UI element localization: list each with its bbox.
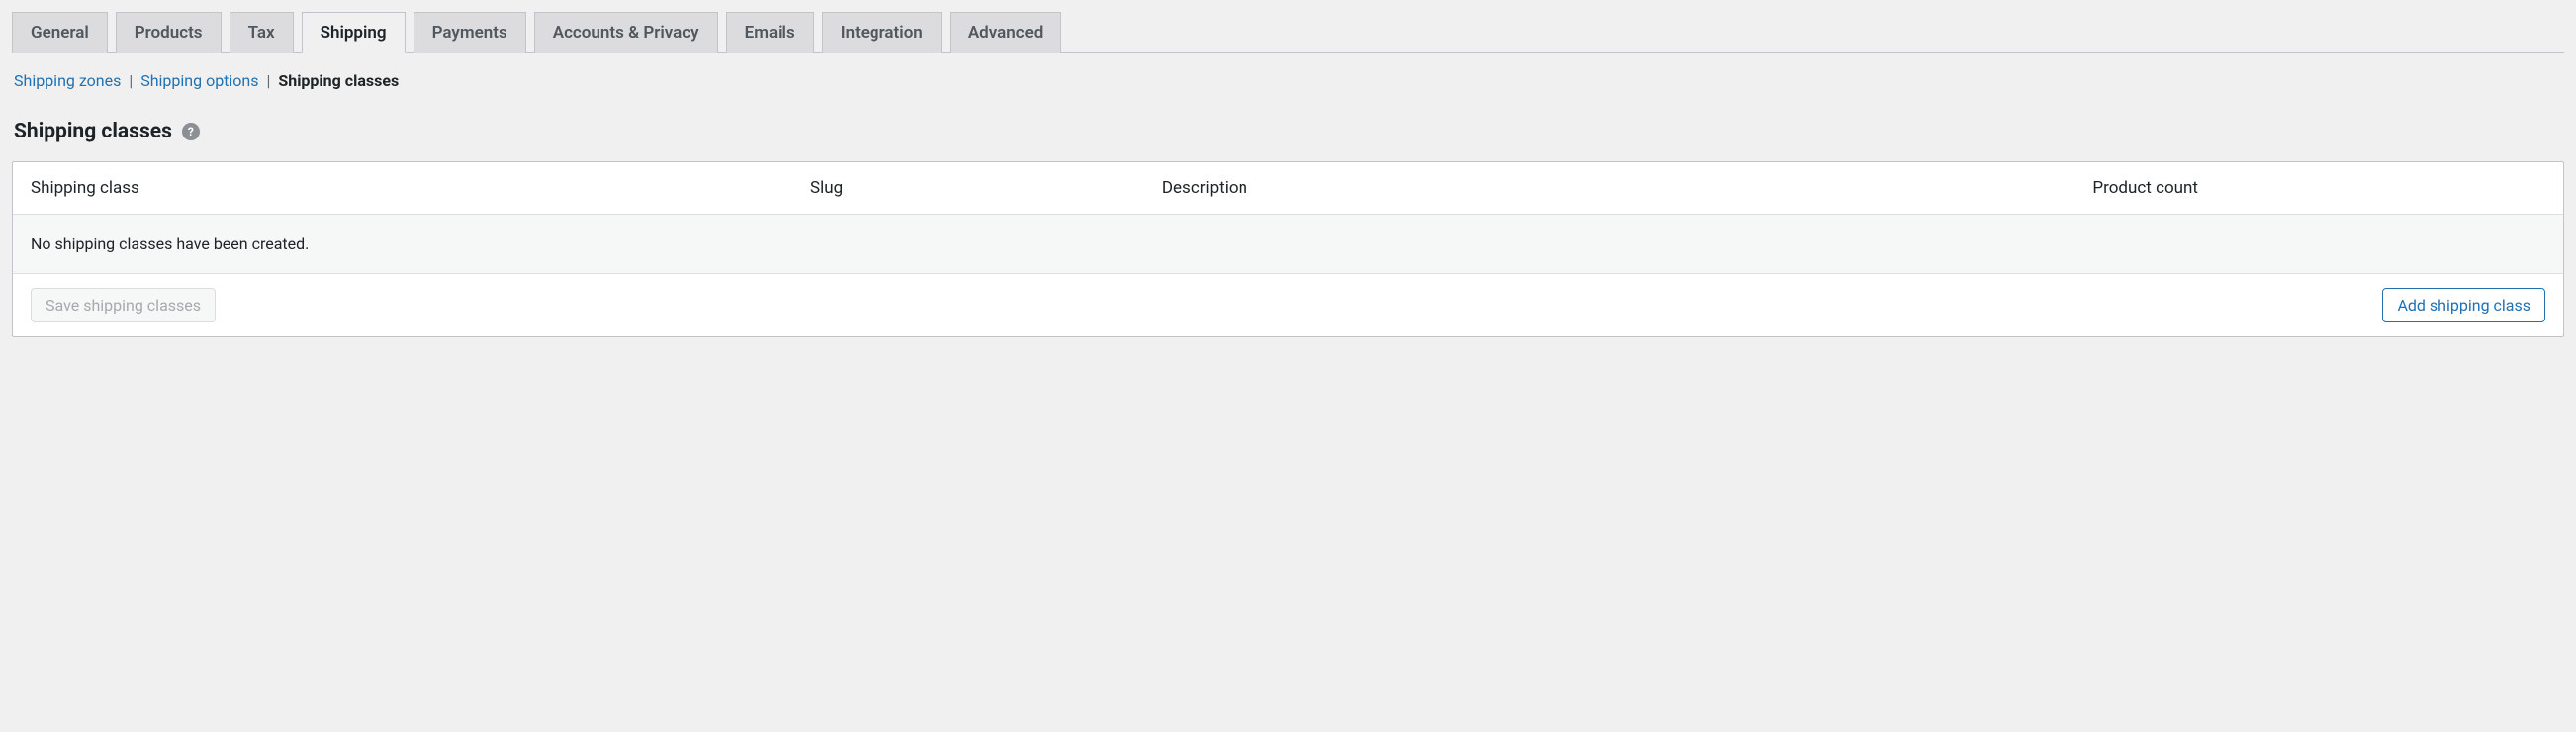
shipping-classes-table: Shipping class Slug Description Product … xyxy=(12,161,2564,337)
table-header-row: Shipping class Slug Description Product … xyxy=(13,162,2563,215)
page-title: Shipping classes xyxy=(14,120,172,143)
page-heading: Shipping classes ? xyxy=(12,98,2564,161)
settings-tabs: General Products Tax Shipping Payments A… xyxy=(12,12,2564,53)
tab-tax[interactable]: Tax xyxy=(230,12,294,53)
table-footer: Save shipping classes Add shipping class xyxy=(13,274,2563,336)
help-icon[interactable]: ? xyxy=(182,123,200,140)
save-shipping-classes-button[interactable]: Save shipping classes xyxy=(31,288,216,322)
separator: | xyxy=(129,71,133,90)
header-slug: Slug xyxy=(810,178,1162,198)
tab-emails[interactable]: Emails xyxy=(726,12,814,53)
tab-advanced[interactable]: Advanced xyxy=(950,12,1062,53)
subnav-shipping-options[interactable]: Shipping options xyxy=(140,71,258,90)
tab-integration[interactable]: Integration xyxy=(822,12,942,53)
subnav-shipping-classes: Shipping classes xyxy=(278,71,399,90)
separator: | xyxy=(267,71,271,90)
tab-accounts-privacy[interactable]: Accounts & Privacy xyxy=(534,12,718,53)
subnav-shipping-zones[interactable]: Shipping zones xyxy=(14,71,121,90)
tab-shipping[interactable]: Shipping xyxy=(302,12,406,53)
tab-payments[interactable]: Payments xyxy=(414,12,526,53)
tab-products[interactable]: Products xyxy=(116,12,222,53)
tab-general[interactable]: General xyxy=(12,12,108,53)
empty-row: No shipping classes have been created. xyxy=(13,215,2563,274)
header-description: Description xyxy=(1162,178,2093,198)
shipping-subnav: Shipping zones | Shipping options | Ship… xyxy=(12,53,2564,98)
header-shipping-class: Shipping class xyxy=(31,178,810,198)
header-product-count: Product count xyxy=(2092,178,2545,198)
add-shipping-class-button[interactable]: Add shipping class xyxy=(2382,288,2545,322)
